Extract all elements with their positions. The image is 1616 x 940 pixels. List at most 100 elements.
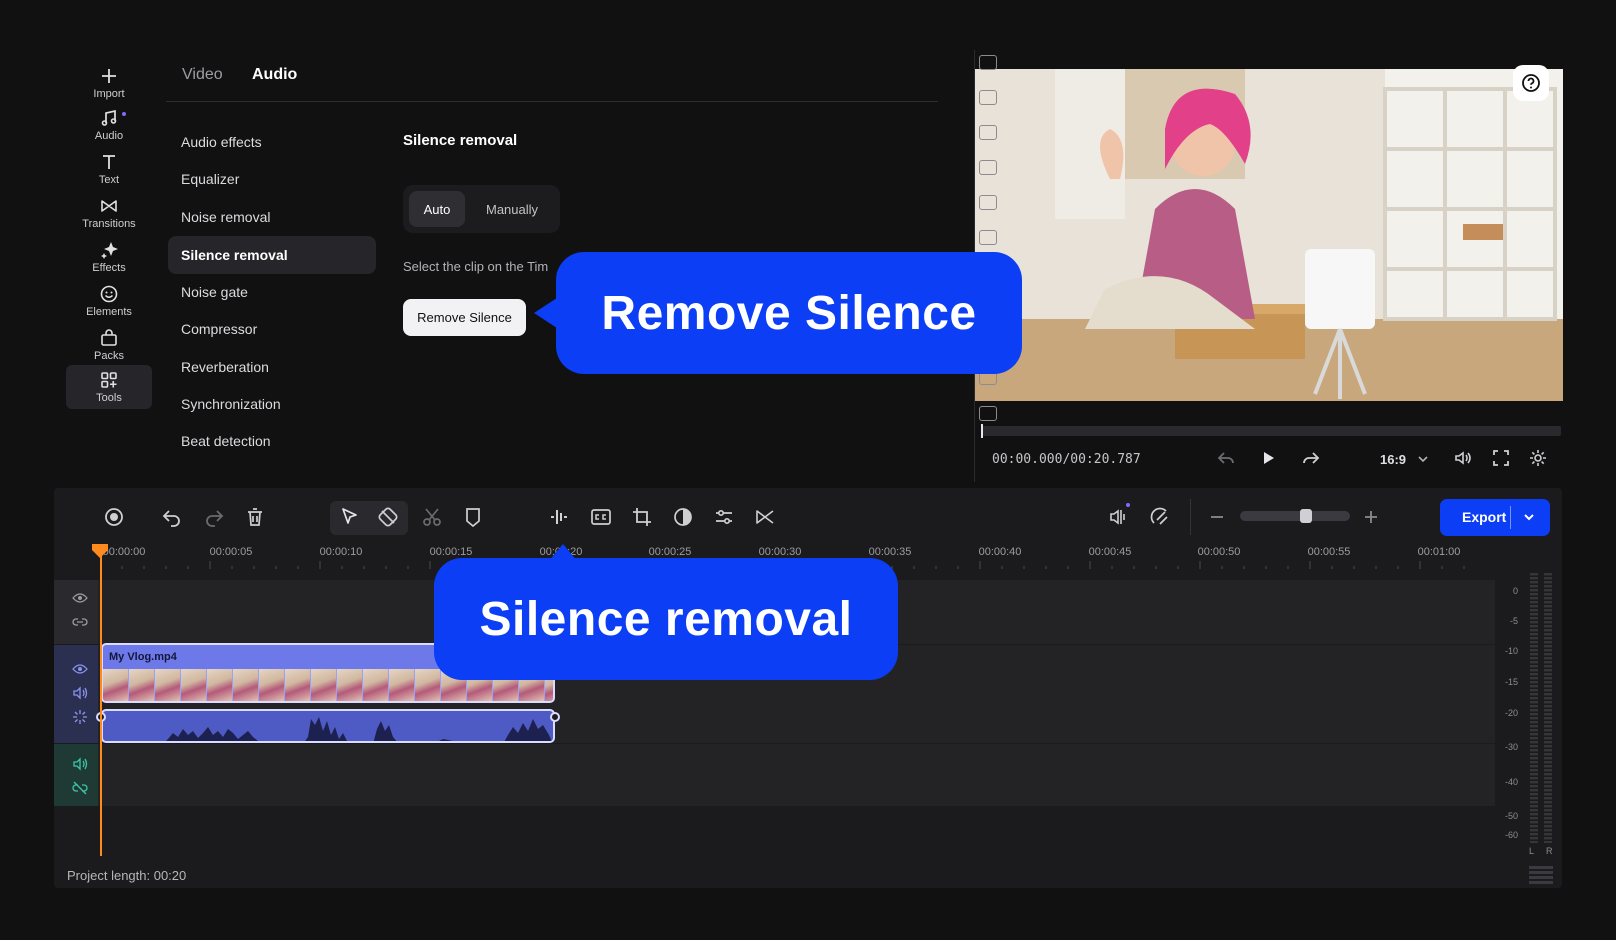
mode-auto-button[interactable]: Auto <box>409 191 465 227</box>
meter-options-icon[interactable] <box>1529 866 1553 884</box>
eye-icon[interactable] <box>72 590 88 606</box>
filmstrip-hole <box>979 160 997 175</box>
forward-icon[interactable] <box>1301 448 1321 468</box>
menu-item-equalizer[interactable]: Equalizer <box>168 160 376 198</box>
bag-icon <box>101 329 117 346</box>
rail-tools[interactable]: Tools <box>66 365 152 409</box>
menu-item-compressor[interactable]: Compressor <box>168 310 376 348</box>
speaker-icon[interactable] <box>72 685 88 701</box>
sliders-icon[interactable] <box>712 505 736 529</box>
ruler-label: 00:00:45 <box>1088 546 1132 558</box>
rail-packs[interactable]: Packs <box>66 324 152 366</box>
snap-icon[interactable] <box>1148 505 1172 529</box>
ruler-label: 00:01:00 <box>1417 546 1461 558</box>
new-indicator-dot <box>1126 503 1130 507</box>
scissors-icon[interactable] <box>420 505 444 529</box>
ruler-label: 00:00:50 <box>1197 546 1241 558</box>
playhead-handle[interactable] <box>92 544 108 558</box>
menu-item-noise-gate[interactable]: Noise gate <box>168 273 376 311</box>
gear-icon[interactable] <box>1528 448 1548 468</box>
ruler-label: 00:00:35 <box>868 546 912 558</box>
mode-manual-button[interactable]: Manually <box>469 191 555 227</box>
menu-item-synchronization[interactable]: Synchronization <box>168 385 376 423</box>
unlink-icon[interactable] <box>72 780 88 796</box>
menu-item-noise-removal[interactable]: Noise removal <box>168 198 376 236</box>
rail-label: Transitions <box>82 218 136 230</box>
redo-icon[interactable] <box>202 505 226 529</box>
panel-hint: Select the clip on the Tim <box>403 259 549 274</box>
audio-track[interactable] <box>54 744 1495 806</box>
remove-silence-button[interactable]: Remove Silence <box>403 299 526 336</box>
rail-label: Audio <box>94 130 124 142</box>
rail-import[interactable]: Import <box>66 62 152 104</box>
record-icon[interactable] <box>102 505 126 529</box>
fullscreen-icon[interactable] <box>1491 448 1511 468</box>
meter-scale-label: -20 <box>1504 708 1518 718</box>
captions-icon[interactable] <box>589 505 613 529</box>
menu-item-silence-removal[interactable]: Silence removal <box>168 236 376 274</box>
color-adjust-icon[interactable] <box>671 505 695 529</box>
preview-timecode: 00:00.000/00:20.787 <box>992 452 1141 467</box>
zoom-slider-thumb[interactable] <box>1300 509 1312 523</box>
ruler-label: 00:00:05 <box>209 546 253 558</box>
toolbar-divider <box>1190 499 1191 535</box>
chevron-down-icon[interactable] <box>1520 508 1538 526</box>
help-button[interactable] <box>1513 65 1549 101</box>
undo-icon[interactable] <box>160 505 184 529</box>
razor-tool-icon[interactable] <box>376 505 400 529</box>
meter-scale-label: -30 <box>1504 742 1518 752</box>
pointer-icon[interactable] <box>337 505 361 529</box>
rail-label: Import <box>93 88 125 100</box>
transition-icon[interactable] <box>753 505 777 529</box>
fade-handle-right[interactable] <box>550 712 560 722</box>
aspect-ratio-select[interactable]: 16:9 <box>1380 452 1406 467</box>
mode-toggle: Auto Manually <box>403 185 560 233</box>
play-icon[interactable] <box>1258 448 1278 468</box>
rail-audio[interactable]: Audio <box>66 104 152 146</box>
crop-icon[interactable] <box>630 505 654 529</box>
silence-removal-icon[interactable] <box>547 505 571 529</box>
video-preview[interactable] <box>975 69 1563 401</box>
tab-audio[interactable]: Audio <box>252 66 297 84</box>
zoom-in-icon[interactable] <box>1359 505 1383 529</box>
meter-scale-label: -50 <box>1504 811 1518 821</box>
sparkle-icon <box>101 242 118 259</box>
trash-icon[interactable] <box>243 505 267 529</box>
marker-icon[interactable] <box>461 505 485 529</box>
rail-label: Elements <box>86 306 132 318</box>
playhead[interactable] <box>100 552 102 856</box>
volume-icon[interactable] <box>1453 448 1473 468</box>
bowtie-icon <box>101 200 117 212</box>
speaker-icon[interactable] <box>72 756 88 772</box>
rail-elements[interactable]: Elements <box>66 280 152 322</box>
export-button[interactable]: Export <box>1440 499 1550 536</box>
menu-item-audio-effects[interactable]: Audio effects <box>168 123 376 161</box>
effects-sparkle-icon[interactable] <box>72 709 88 725</box>
preview-scrubber[interactable] <box>981 426 1561 436</box>
audio-waveform[interactable] <box>101 709 555 743</box>
meter-scale-label: -40 <box>1504 777 1518 787</box>
menu-item-beat-detection[interactable]: Beat detection <box>168 422 376 460</box>
rail-text[interactable]: Text <box>66 148 152 190</box>
meter-bars <box>1530 573 1552 843</box>
meter-left-label: L <box>1529 846 1535 856</box>
eye-icon[interactable] <box>72 661 88 677</box>
smiley-icon <box>100 285 118 303</box>
rail-effects[interactable]: Effects <box>66 236 152 278</box>
rail-transitions[interactable]: Transitions <box>66 192 152 234</box>
music-note-icon <box>101 109 117 126</box>
tab-video[interactable]: Video <box>182 66 223 84</box>
text-icon <box>103 155 115 169</box>
audio-detach-icon[interactable] <box>1106 505 1130 529</box>
link-icon[interactable] <box>72 614 88 630</box>
new-indicator-dot <box>122 112 126 116</box>
menu-item-reverberation[interactable]: Reverberation <box>168 348 376 386</box>
chevron-down-icon[interactable] <box>1416 452 1430 466</box>
meter-scale-label: -10 <box>1504 646 1518 656</box>
zoom-slider[interactable] <box>1240 511 1350 521</box>
rail-label: Text <box>98 174 120 186</box>
waveform-graphic <box>166 717 552 741</box>
rewind-icon[interactable] <box>1216 448 1236 468</box>
zoom-out-icon[interactable] <box>1205 505 1229 529</box>
filmstrip-hole <box>979 406 997 421</box>
